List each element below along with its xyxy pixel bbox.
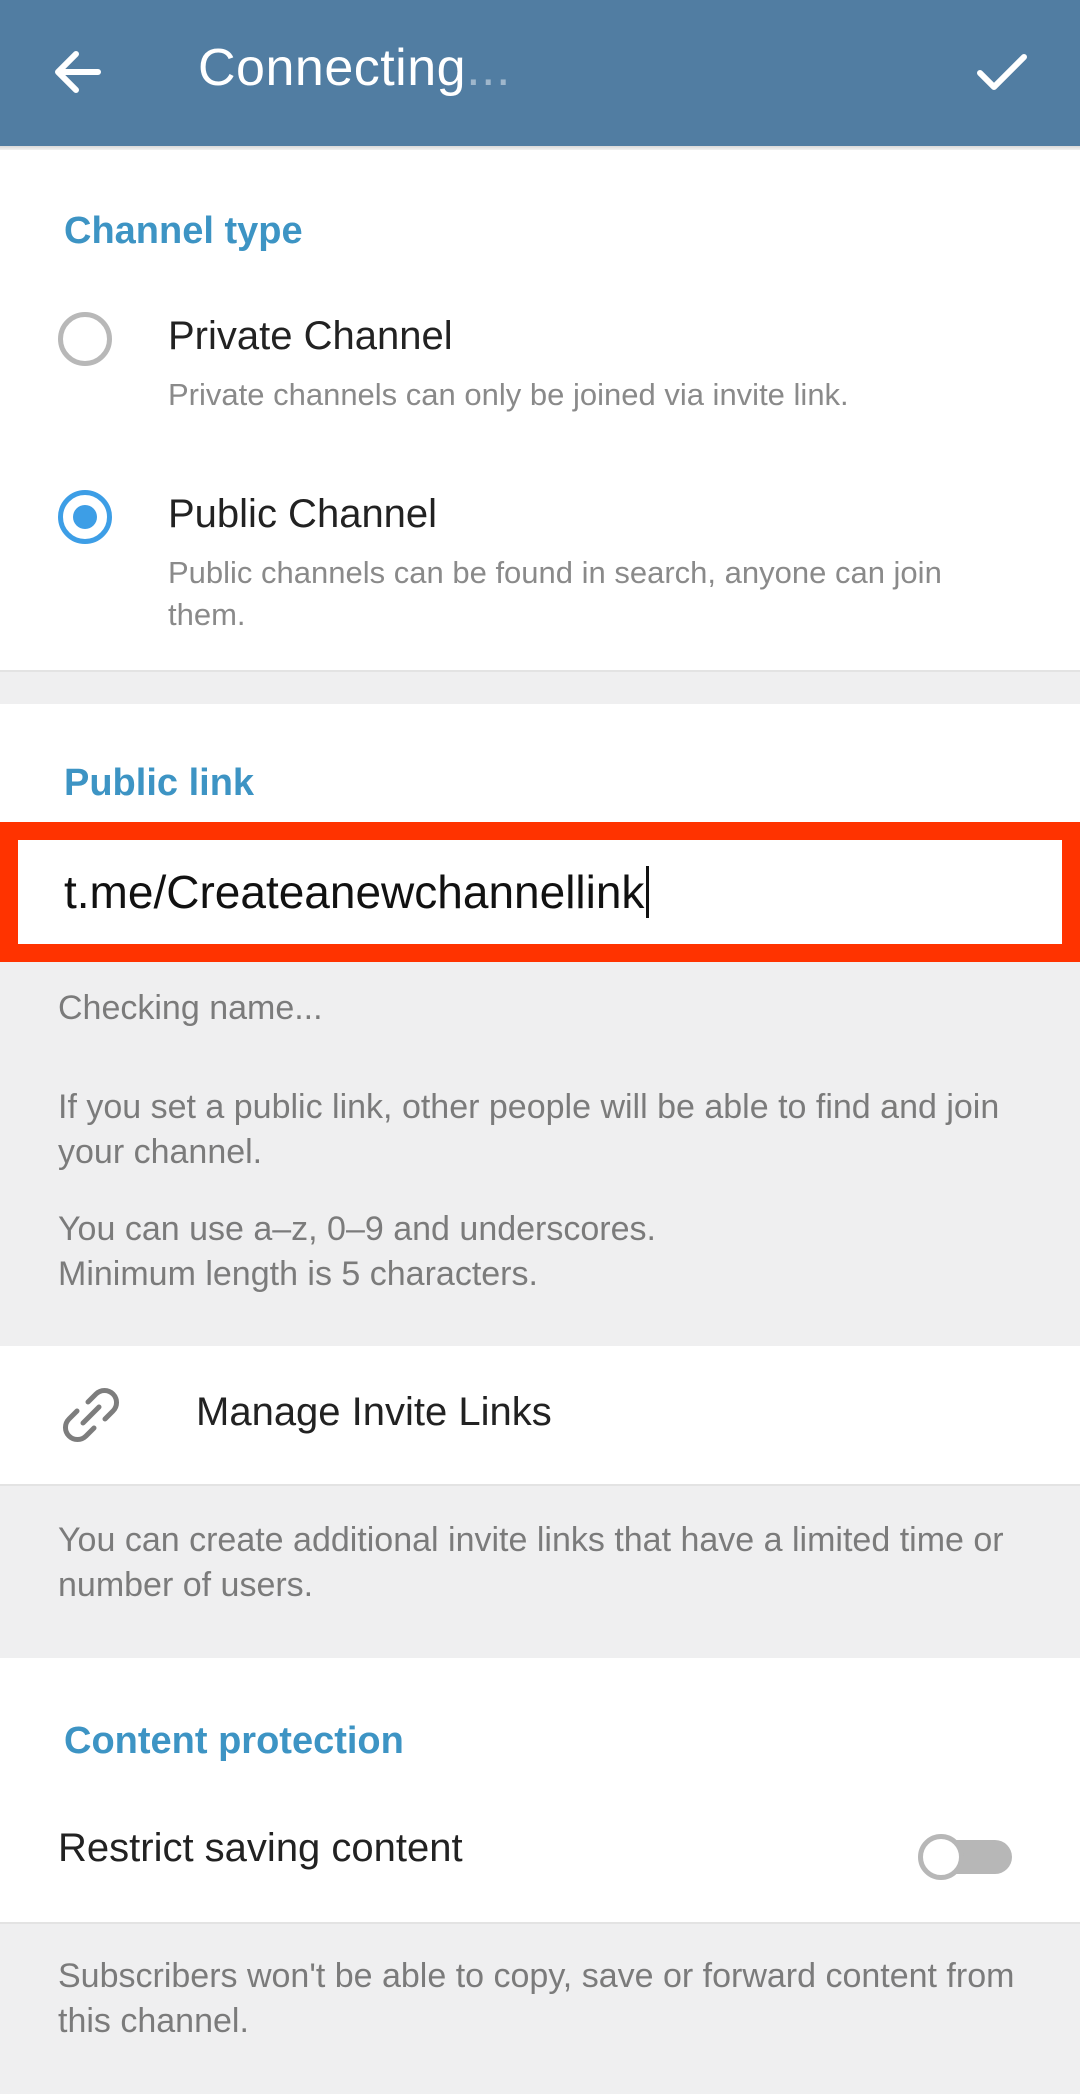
text-cursor: [646, 866, 650, 918]
public-link-value: t.me/Createanewchannellink: [64, 866, 645, 918]
radio-title-private: Private Channel: [168, 314, 453, 358]
link-rules-line1: You can use a–z, 0–9 and underscores.: [58, 1210, 656, 1248]
invite-links-description: You can create additional invite links t…: [58, 1521, 1004, 1604]
manage-invite-links-label: Manage Invite Links: [196, 1390, 552, 1434]
radio-private-channel[interactable]: Private Channel Private channels can onl…: [0, 290, 1080, 440]
content-protection-header: Content protection: [64, 1720, 404, 1762]
link-status-text: Checking name...: [58, 989, 323, 1027]
restrict-saving-label: Restrict saving content: [58, 1826, 463, 1870]
radio-public-channel[interactable]: Public Channel Public channels can be fo…: [0, 468, 1080, 638]
back-button[interactable]: [42, 36, 114, 108]
arrow-left-icon: [55, 51, 101, 93]
radio-desc-public: Public channels can be found in search, …: [168, 555, 942, 632]
public-link-header: Public link: [64, 762, 255, 804]
app-bar: Connecting...: [0, 0, 1080, 146]
channel-type-header: Channel type: [64, 210, 303, 252]
radio-desc-private: Private channels can only be joined via …: [168, 377, 849, 412]
restrict-saving-toggle[interactable]: [918, 1834, 1012, 1880]
manage-invite-links-button[interactable]: Manage Invite Links: [0, 1346, 1080, 1484]
link-icon: [63, 1388, 119, 1442]
toggle-thumb: [918, 1834, 964, 1880]
radio-button-private[interactable]: [58, 312, 112, 366]
public-link-input[interactable]: t.me/Createanewchannellink: [18, 840, 1062, 944]
public-link-card: Public link: [0, 704, 1080, 822]
radio-title-public: Public Channel: [168, 492, 438, 536]
radio-button-public[interactable]: [58, 490, 112, 544]
divider: [0, 1922, 1080, 1924]
public-link-highlight: t.me/Createanewchannellink: [0, 822, 1080, 962]
restrict-saving-row[interactable]: Restrict saving content: [0, 1790, 1080, 1920]
divider: [0, 1484, 1080, 1486]
link-info-text: If you set a public link, other people w…: [58, 1088, 1000, 1171]
channel-type-card: Channel type Private Channel Private cha…: [0, 150, 1080, 670]
content-protection-description: Subscribers won't be able to copy, save …: [58, 1957, 1015, 2040]
divider: [0, 670, 1080, 672]
checkmark-icon: [977, 54, 1027, 90]
page-title: Connecting...: [198, 39, 511, 97]
connecting-dots: ...: [466, 39, 511, 97]
link-rules-line2: Minimum length is 5 characters.: [58, 1255, 538, 1293]
confirm-button[interactable]: [966, 36, 1038, 108]
